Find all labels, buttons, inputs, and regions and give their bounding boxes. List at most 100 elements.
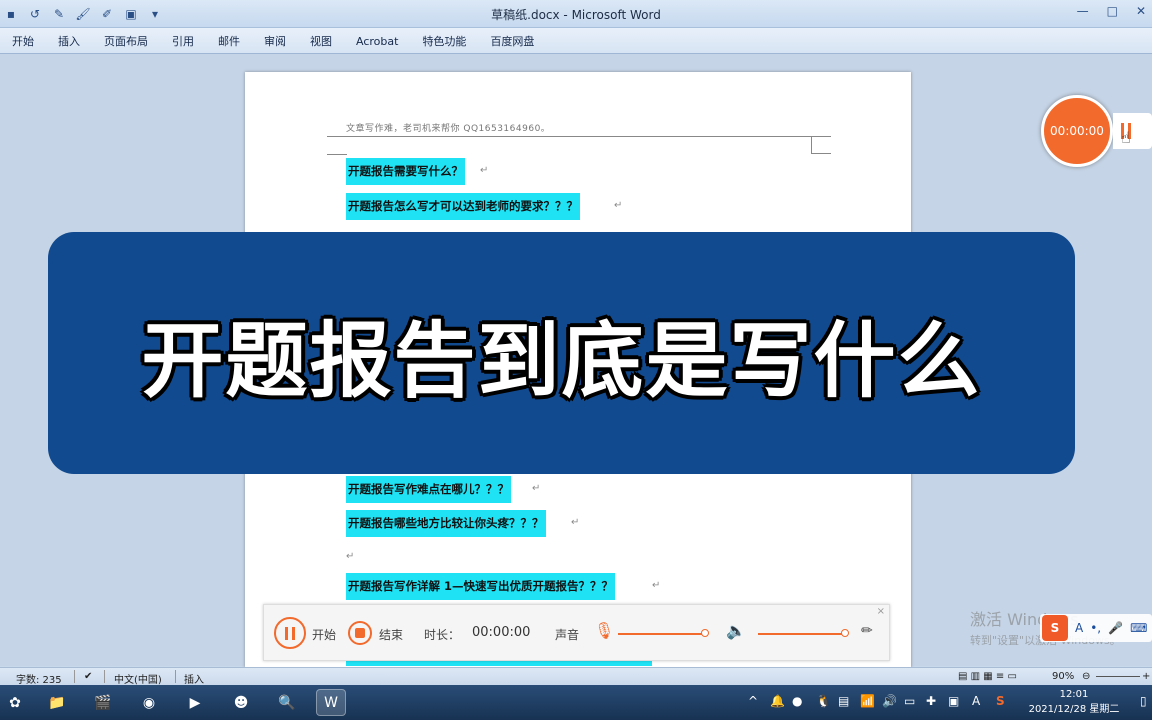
insert-mode-indicator[interactable]: 插入 — [184, 671, 204, 686]
tab-baidu-netdisk[interactable]: 百度网盘 — [490, 33, 546, 49]
close-button[interactable]: ✕ — [1136, 4, 1146, 18]
status-separator — [104, 670, 105, 683]
sogou-logo-icon[interactable]: S — [1042, 615, 1068, 641]
zoom-out-icon[interactable]: ⊖ — [1082, 671, 1090, 682]
media-player-icon[interactable]: ▶ — [180, 689, 210, 716]
pause-icon — [285, 626, 295, 640]
paragraph-mark: ↵ — [614, 200, 623, 211]
paragraph-mark: ↵ — [571, 517, 580, 528]
mascot-app-icon[interactable]: ☻ — [226, 689, 256, 716]
speaker-icon[interactable]: 🔈 — [726, 621, 746, 640]
speaker-volume-knob[interactable] — [841, 629, 849, 637]
action-center-icon[interactable]: ▯ — [1140, 694, 1147, 708]
recorder-start-label[interactable]: 开始 — [312, 626, 336, 643]
recorder-timer-button[interactable]: 00:00:00 — [1041, 95, 1113, 167]
ime-toolbar: S A •, 🎤 ⌨ — [1040, 614, 1152, 642]
paragraph-text: 开题报告哪些地方比较让你头疼？？？ — [348, 516, 544, 530]
tab-insert[interactable]: 插入 — [58, 33, 92, 49]
battery-icon[interactable]: ▭ — [904, 694, 915, 708]
zoom-in-icon[interactable]: + — [1142, 671, 1150, 682]
tray-security-icon[interactable]: ✚ — [926, 694, 936, 708]
tab-review[interactable]: 审阅 — [264, 33, 298, 49]
tray-expand-icon[interactable]: ^ — [748, 694, 758, 708]
ime-language-toggle[interactable]: A — [1075, 621, 1083, 635]
system-clock[interactable]: 12:01 2021/12/28 星期二 — [1020, 687, 1128, 717]
tab-home[interactable]: 开始 — [12, 33, 46, 49]
network-icon[interactable]: 📶 — [860, 694, 875, 708]
paragraph[interactable]: 开题报告需要写什么？ — [346, 158, 465, 185]
browser-icon[interactable]: ◉ — [134, 689, 164, 716]
paragraph[interactable]: 开题报告哪些地方比较让你头疼？？？ — [346, 510, 546, 537]
paragraph[interactable]: 开题报告写作详解 1—快速写出优质开题报告？？？ — [346, 573, 616, 600]
taskbar: ✿ 📁 🎬 ◉ ▶ ☻ 🔍 W ^ 🔔 ● 🐧 ▤ 📶 🔊 ▭ ✚ ▣ A S … — [0, 685, 1152, 720]
search-app-icon[interactable]: 🔍 — [272, 689, 302, 716]
word-count[interactable]: 字数: 235 — [16, 671, 62, 686]
recorder-pause-button[interactable] — [274, 617, 306, 649]
paragraph-mark: ↵ — [532, 483, 541, 494]
microphone-icon[interactable]: 🎤 — [1108, 621, 1123, 635]
microphone-volume-knob[interactable] — [701, 629, 709, 637]
paragraph-mark: ↵ — [480, 165, 489, 176]
input-language-icon[interactable]: A — [972, 694, 980, 708]
recorder-side-controls — [1113, 113, 1152, 149]
paragraph-text: 开题报告怎么写才可以达到老师的要求？？？ — [348, 199, 578, 213]
keyboard-icon[interactable]: ⌨ — [1130, 621, 1147, 635]
paragraph-text: 开题报告写作难点在哪儿？？？ — [348, 482, 509, 496]
recorder-stop-label[interactable]: 结束 — [379, 626, 403, 643]
paragraph-mark: ↵ — [346, 551, 355, 562]
tab-view[interactable]: 视图 — [310, 33, 344, 49]
tab-mailings[interactable]: 邮件 — [218, 33, 252, 49]
microphone-icon[interactable]: 🎙 — [594, 621, 614, 640]
recorder-stop-button[interactable] — [348, 621, 372, 645]
proofing-icon[interactable]: ✔ — [84, 671, 92, 682]
ribbon: 开始 插入 页面布局 引用 邮件 审阅 视图 Acrobat 特色功能 百度网盘 — [0, 28, 1152, 54]
maximize-button[interactable]: □ — [1107, 4, 1118, 18]
tab-references[interactable]: 引用 — [172, 33, 206, 49]
title-banner: 开题报告到底是写什么 — [48, 232, 1075, 474]
duration-label: 时长： — [424, 628, 461, 642]
page-header-text: 文章写作难，老司机来帮你 QQ1653164960。 — [346, 124, 551, 134]
paragraph-text: 开题报告需要写什么？ — [348, 164, 463, 178]
stop-icon — [355, 628, 365, 638]
zoom-slider[interactable] — [1096, 676, 1140, 677]
qq-icon[interactable]: 🐧 — [816, 694, 831, 708]
banner-title: 开题报告到底是写什么 — [141, 313, 982, 409]
tab-special-features[interactable]: 特色功能 — [422, 33, 478, 49]
tray-tool-icon[interactable]: ▣ — [948, 694, 959, 708]
header-divider — [327, 136, 831, 137]
sound-label: 声音 — [555, 628, 580, 642]
tray-app-icon[interactable]: ● — [792, 694, 802, 708]
tray-window-icon[interactable]: ▤ — [838, 694, 849, 708]
sogou-tray-icon[interactable]: S — [996, 694, 1005, 708]
microphone-volume-slider[interactable] — [618, 633, 706, 635]
language-indicator[interactable]: 中文(中国) — [114, 671, 162, 686]
zoom-level[interactable]: 90% — [1052, 671, 1074, 682]
status-separator — [175, 670, 176, 683]
ime-punctuation-toggle[interactable]: •, — [1090, 621, 1101, 635]
title-bar: ▪ ↺ ✎ 🖌 ✐ ▣ ▾ 草稿纸.docx - Microsoft Word … — [0, 0, 1152, 28]
mouse-cursor-icon: ☝ — [1121, 128, 1131, 147]
recorder-close-icon[interactable]: × — [877, 606, 885, 617]
tab-page-layout[interactable]: 页面布局 — [104, 33, 160, 49]
video-app-icon[interactable]: 🎬 — [88, 689, 118, 716]
margin-corner-left — [327, 154, 347, 155]
pen-icon[interactable]: ✏ — [861, 623, 873, 639]
speaker-volume-slider[interactable] — [758, 633, 846, 635]
tab-acrobat[interactable]: Acrobat — [356, 35, 410, 48]
file-explorer-icon[interactable]: 📁 — [42, 689, 72, 716]
paragraph[interactable]: 开题报告写作难点在哪儿？？？ — [346, 476, 511, 503]
clock-date: 2021/12/28 星期二 — [1028, 704, 1120, 715]
paragraph-text: 开题报告写作详解 1—快速写出优质开题报告？？？ — [348, 579, 614, 593]
recorder-timer: 00:00:00 — [1050, 124, 1104, 138]
window-title: 草稿纸.docx - Microsoft Word — [491, 8, 661, 22]
word-taskbar-icon[interactable]: W — [316, 689, 346, 716]
paragraph[interactable]: 开题报告怎么写才可以达到老师的要求？？？ — [346, 193, 580, 220]
volume-icon[interactable]: 🔊 — [882, 694, 897, 708]
notification-icon[interactable]: 🔔 — [770, 694, 785, 708]
minimize-button[interactable]: — — [1077, 4, 1089, 18]
status-bar: 字数: 235 ✔ 中文(中国) 插入 ▤ ▥ ▦ ≡ ▭ 90% ⊖ + — [0, 667, 1152, 686]
clock-time: 12:01 — [1059, 689, 1089, 700]
start-button-icon[interactable]: ✿ — [0, 689, 30, 716]
view-buttons-icon[interactable]: ▤ ▥ ▦ ≡ ▭ — [958, 671, 1017, 682]
paragraph-mark: ↵ — [652, 580, 661, 591]
